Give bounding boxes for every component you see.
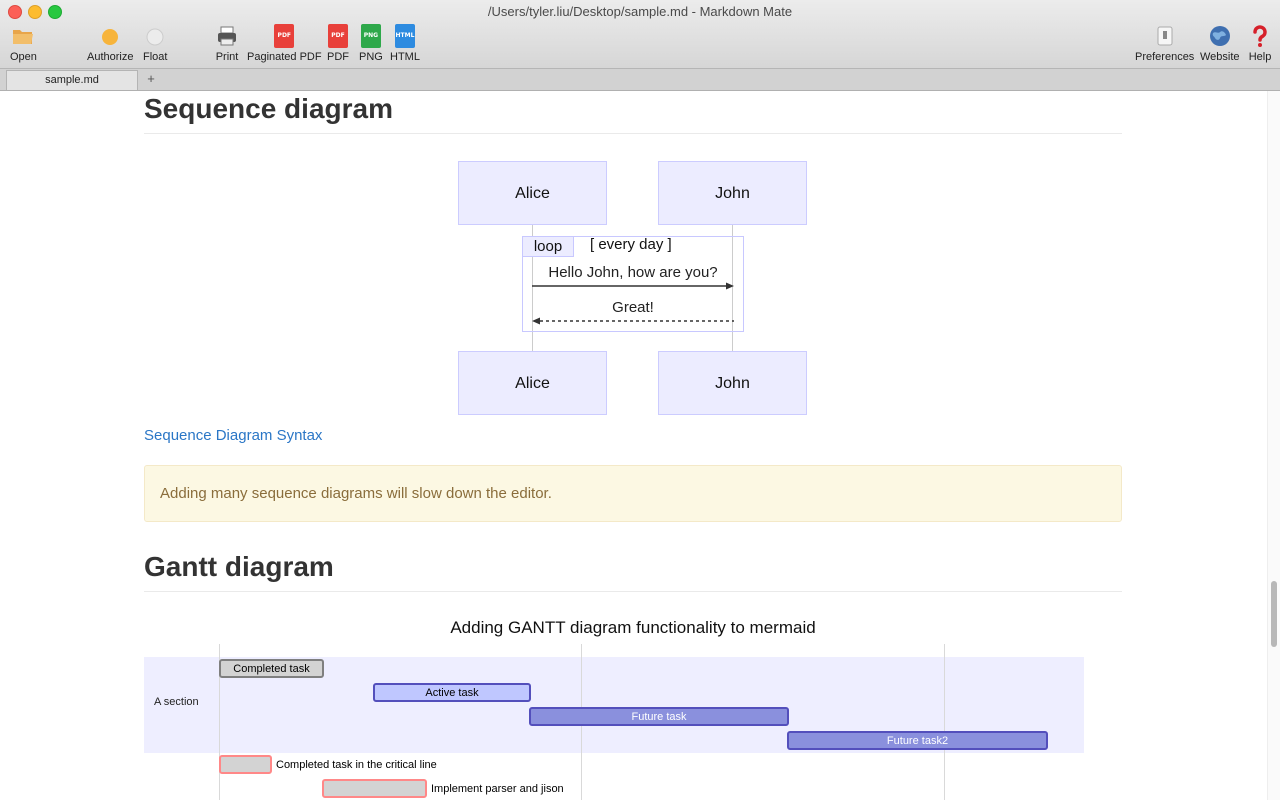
tab-bar: sample.md + xyxy=(0,69,1280,91)
gantt-task-future: Future task xyxy=(529,707,789,726)
gantt-heading: Gantt diagram xyxy=(144,551,1122,592)
gantt-task-completed: Completed task xyxy=(219,659,324,678)
sequence-syntax-link[interactable]: Sequence Diagram Syntax xyxy=(144,427,322,444)
paginated-pdf-button[interactable]: PDF Paginated PDF xyxy=(247,24,322,63)
print-button[interactable]: Print xyxy=(215,24,239,63)
warning-note: Adding many sequence diagrams will slow … xyxy=(144,465,1122,522)
gantt-task-critical-completed-label: Completed task in the critical line xyxy=(276,759,437,771)
gray-dot-icon xyxy=(146,28,164,46)
preferences-button[interactable]: Preferences xyxy=(1135,24,1194,63)
message-1-arrow xyxy=(532,282,734,290)
pdf-button[interactable]: PDF PDF xyxy=(327,24,349,63)
actor-john-bottom: John xyxy=(658,351,807,415)
message-1-text: Hello John, how are you? xyxy=(548,264,718,281)
window-title: /Users/tyler.liu/Desktop/sample.md - Mar… xyxy=(487,4,793,19)
gantt-task-future2: Future task2 xyxy=(787,731,1048,750)
float-button[interactable]: Float xyxy=(143,24,167,63)
png-file-icon: PNG xyxy=(360,24,381,48)
loop-label: loop xyxy=(522,236,574,257)
gantt-title: Adding GANTT diagram functionality to me… xyxy=(450,618,816,637)
window-titlebar: /Users/tyler.liu/Desktop/sample.md - Mar… xyxy=(0,0,1280,69)
gantt-task-parser xyxy=(322,779,427,798)
sequence-heading: Sequence diagram xyxy=(144,93,1122,134)
folder-icon xyxy=(13,30,34,44)
gantt-task-parser-label: Implement parser and jison xyxy=(431,783,564,795)
gantt-task-active: Active task xyxy=(373,683,531,702)
document-preview[interactable]: Sequence diagram Alice John loop [ every… xyxy=(0,91,1280,800)
question-mark-icon xyxy=(1253,25,1267,47)
authorize-button[interactable]: Authorize xyxy=(87,24,133,63)
pdf-file-icon: PDF xyxy=(328,24,348,48)
orange-dot-icon xyxy=(102,29,119,45)
message-2-arrow xyxy=(532,317,734,325)
add-tab-button[interactable]: + xyxy=(142,69,160,89)
website-button[interactable]: Website xyxy=(1200,24,1240,63)
gantt-section-label: A section xyxy=(154,696,199,708)
loop-condition: [ every day ] xyxy=(590,236,672,253)
printer-icon xyxy=(218,26,236,46)
actor-alice-bottom: Alice xyxy=(458,351,607,415)
switch-icon xyxy=(1157,26,1173,46)
png-button[interactable]: PNG PNG xyxy=(359,24,383,63)
html-button[interactable]: HTML HTML xyxy=(390,24,420,63)
actor-alice-top: Alice xyxy=(458,161,607,225)
gantt-task-critical-completed xyxy=(219,755,272,774)
gantt-gridline xyxy=(944,644,945,800)
actor-john-top: John xyxy=(658,161,807,225)
html-file-icon: HTML xyxy=(394,24,415,48)
vertical-scrollbar[interactable] xyxy=(1267,91,1280,800)
pdf-file-icon: PDF xyxy=(274,24,295,48)
message-2-text: Great! xyxy=(612,299,654,316)
globe-icon xyxy=(1209,26,1230,46)
scrollbar-thumb[interactable] xyxy=(1271,581,1277,647)
help-button[interactable]: Help xyxy=(1248,24,1272,63)
open-button[interactable]: Open xyxy=(10,24,37,63)
tab-sample-md[interactable]: sample.md xyxy=(6,70,138,90)
